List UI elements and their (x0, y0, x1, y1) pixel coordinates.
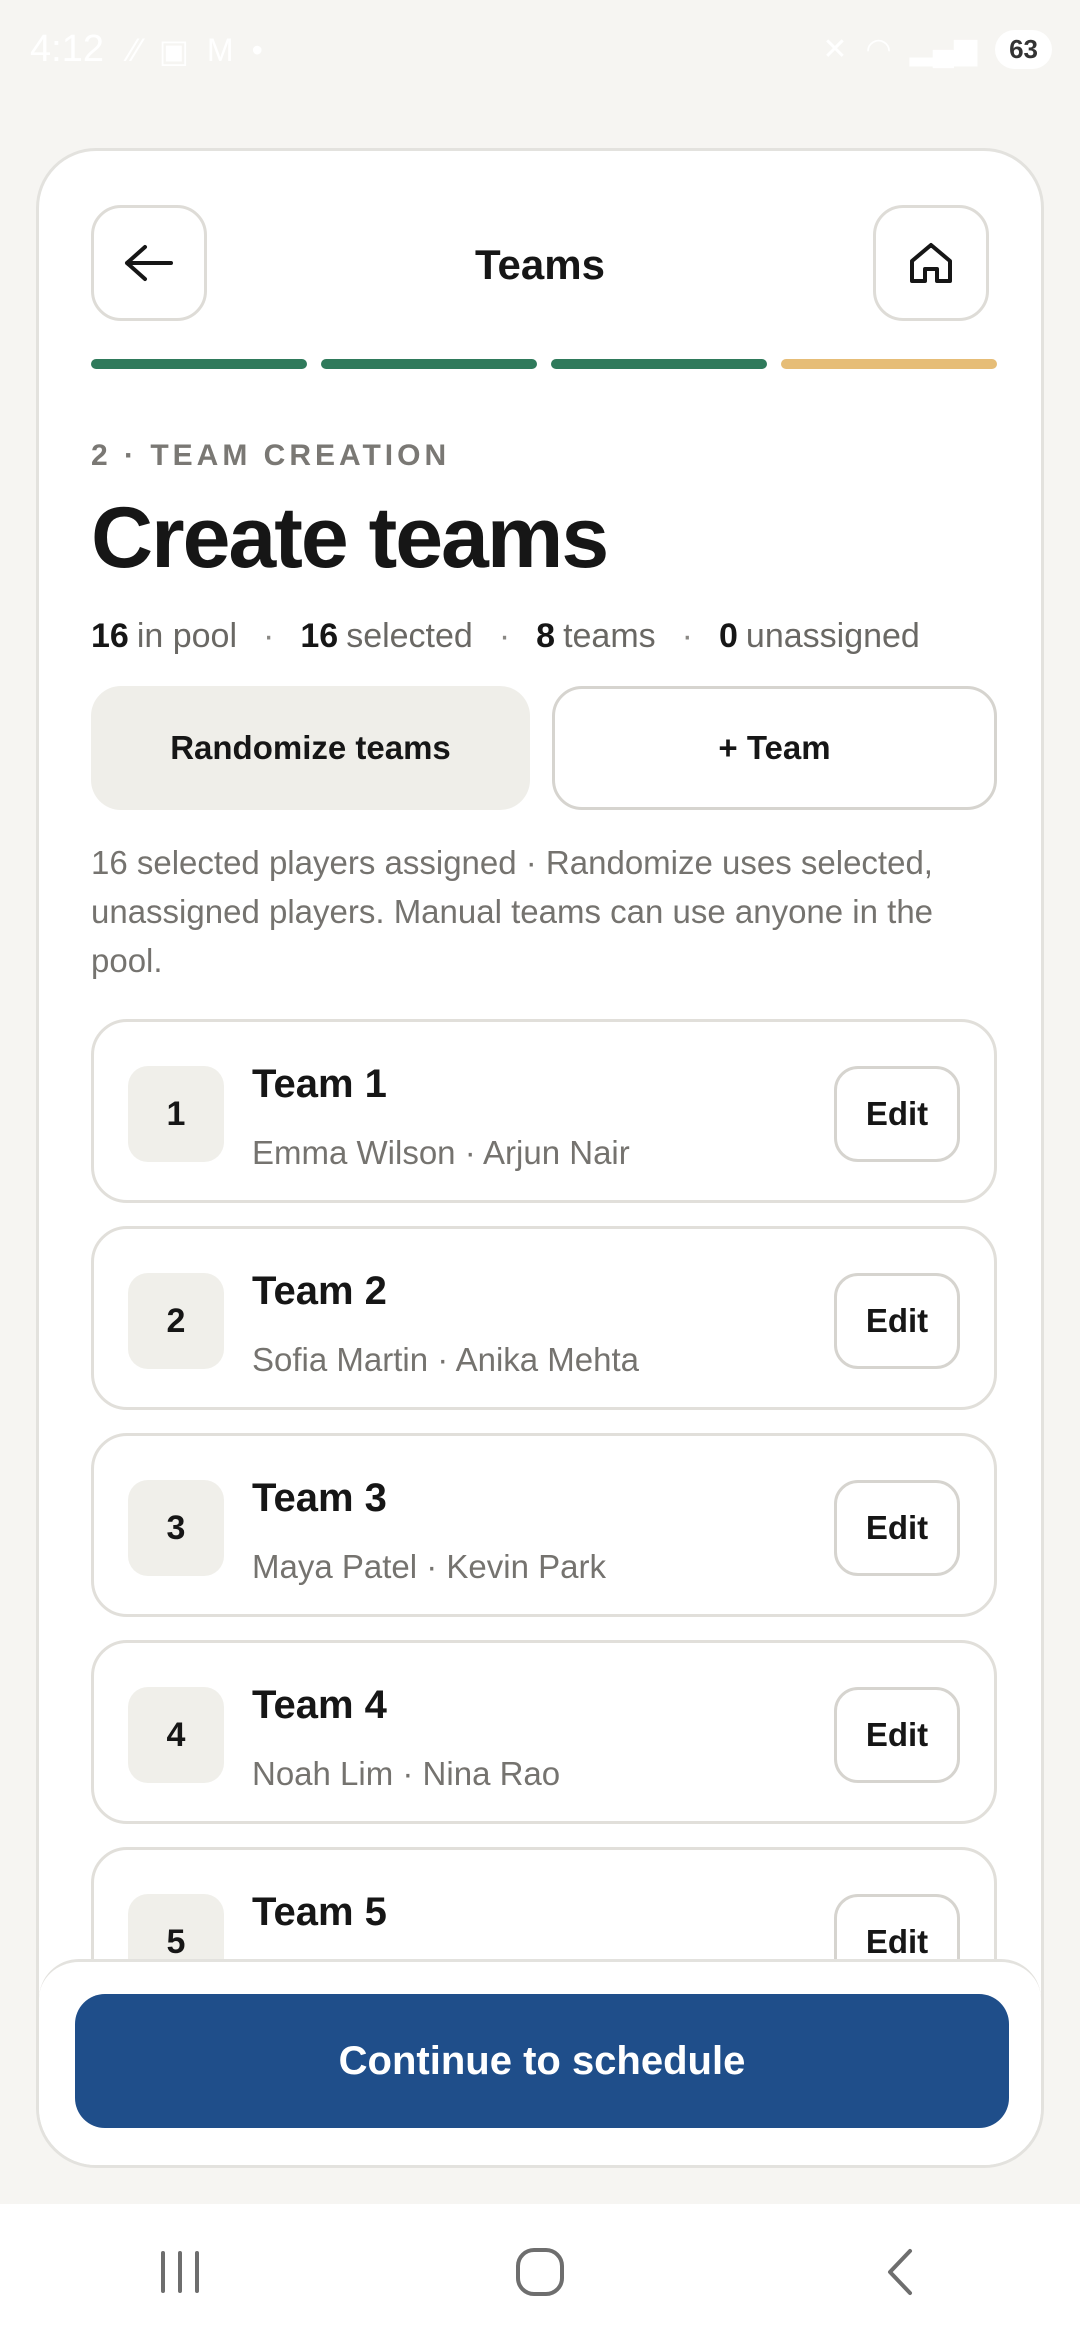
nav-home-icon (516, 2248, 564, 2296)
team-name: Team 5 (252, 1890, 387, 1934)
battery-indicator: 63 (995, 30, 1052, 69)
signal-icon: ▂▄▆ (909, 33, 978, 66)
teams-card: Teams 2 · TEAM CREATION Create teams 16 i… (36, 148, 1044, 2168)
team-list: 1 Team 1 Emma Wilson · Arjun Nair Edit 2… (91, 1019, 997, 2054)
nav-back-button[interactable] (840, 2222, 960, 2322)
mute-icon: ✕ (822, 33, 848, 66)
status-notification-icons: ⁄⁄ ▣ M • (130, 32, 263, 70)
step-progress (91, 359, 997, 369)
dot-icon: • (251, 32, 263, 68)
team-number-badge: 1 (128, 1066, 224, 1162)
team-name: Team 2 (252, 1269, 387, 1313)
notification-icon: ⁄⁄ (130, 32, 141, 68)
status-system-icons: ✕ ◠ ▂▄▆ 63 (822, 30, 1052, 69)
nav-home-button[interactable] (480, 2222, 600, 2322)
team-row[interactable]: 2 Team 2 Sofia Martin · Anika Mehta Edit (91, 1226, 997, 1410)
wifi-icon: ◠ (865, 33, 892, 66)
step-label: 2 · TEAM CREATION (91, 439, 451, 472)
progress-segment-1 (91, 359, 307, 369)
edit-team-button[interactable]: Edit (834, 1480, 960, 1576)
team-row[interactable]: 3 Team 3 Maya Patel · Kevin Park Edit (91, 1433, 997, 1617)
progress-segment-2 (321, 359, 537, 369)
separator-dot: · (263, 617, 275, 655)
page-title: Create teams (91, 490, 609, 586)
header: Teams (39, 151, 1041, 351)
edit-team-button[interactable]: Edit (834, 1273, 960, 1369)
team-members: Noah Lim · Nina Rao (252, 1755, 561, 1792)
continue-to-schedule-button[interactable]: Continue to schedule (75, 1994, 1009, 2128)
helper-text: 16 selected players assigned · Randomize… (91, 844, 934, 979)
footer-action-bar: Continue to schedule (39, 1959, 1041, 2165)
mail-icon: M (206, 32, 234, 68)
separator-dot: · (681, 617, 693, 655)
stat-teams: 8 teams (536, 617, 656, 655)
home-button[interactable] (873, 205, 989, 321)
recents-icon (161, 2251, 199, 2293)
system-nav-bar (0, 2204, 1080, 2340)
recents-button[interactable] (120, 2222, 240, 2322)
progress-segment-3 (551, 359, 767, 369)
team-name: Team 4 (252, 1683, 387, 1727)
team-number-badge: 2 (128, 1273, 224, 1369)
team-members: Maya Patel · Kevin Park (252, 1548, 606, 1585)
edit-team-button[interactable]: Edit (834, 1687, 960, 1783)
screenshot-icon: ▣ (158, 33, 189, 69)
randomize-teams-button[interactable]: Randomize teams (91, 686, 530, 810)
team-name: Team 3 (252, 1476, 387, 1520)
team-row[interactable]: 1 Team 1 Emma Wilson · Arjun Nair Edit (91, 1019, 997, 1203)
team-number-badge: 4 (128, 1687, 224, 1783)
separator-dot: · (498, 617, 511, 655)
status-time: 4:12 (30, 28, 104, 70)
team-members: Sofia Martin · Anika Mehta (252, 1341, 640, 1378)
team-members: Emma Wilson · Arjun Nair (252, 1134, 630, 1171)
home-icon (910, 243, 952, 283)
main-content: 2 · TEAM CREATION Create teams 16 in pool… (91, 439, 997, 985)
stat-pool: 16 in pool (91, 617, 238, 655)
nav-back-icon (888, 2249, 912, 2295)
stat-selected: 16 selected (300, 617, 473, 655)
add-team-button[interactable]: + Team (552, 686, 997, 810)
pool-stats: 16 in pool · 16 selected · 8 teams · 0 unass… (91, 617, 997, 656)
team-actions: Randomize teams + Team (91, 686, 997, 810)
status-bar: 4:12 ⁄⁄ ▣ M • ✕ ◠ ▂▄▆ 63 (0, 0, 1080, 100)
team-number-badge: 3 (128, 1480, 224, 1576)
team-row[interactable]: 4 Team 4 Noah Lim · Nina Rao Edit (91, 1640, 997, 1824)
team-name: Team 1 (252, 1062, 387, 1106)
stat-unassigned: 0 unassigned (719, 617, 920, 655)
edit-team-button[interactable]: Edit (834, 1066, 960, 1162)
progress-segment-4 (781, 359, 997, 369)
